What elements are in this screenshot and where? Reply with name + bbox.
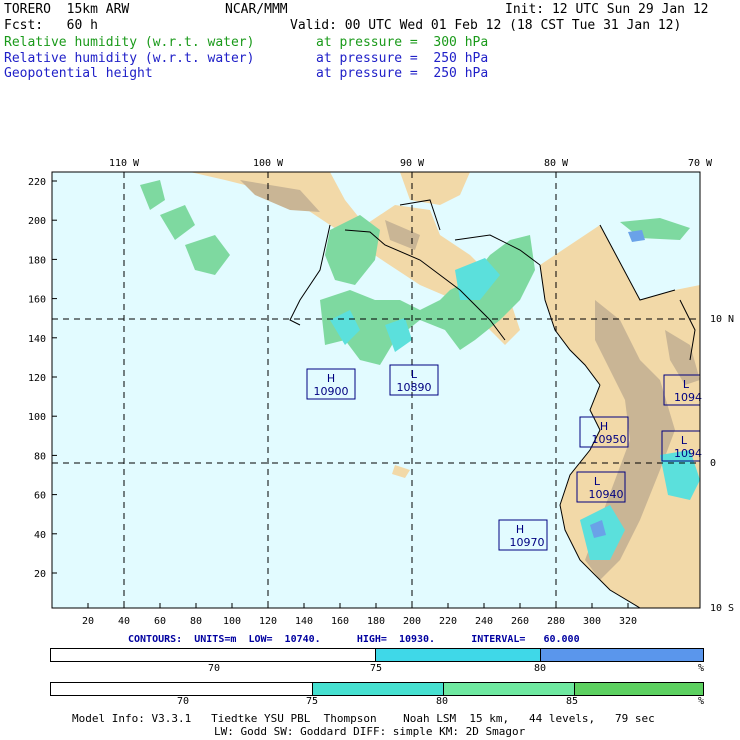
field-1-name: Relative humidity (w.r.t. water) [4, 35, 255, 50]
y-tick-label: 60 [34, 491, 46, 502]
bar1-label: % [698, 663, 705, 674]
init-time: Init: 12 UTC Sun 29 Jan 12 [505, 2, 709, 17]
weather-map: H 10900 L 10890 H 10950 L 10940 H 10970 … [28, 158, 734, 625]
bar1-label: 70 [208, 663, 221, 674]
svg-text:10890: 10890 [397, 381, 432, 394]
bar1-segment [376, 649, 541, 661]
bar1-label: 80 [534, 663, 547, 674]
lon-label: 80 W [544, 158, 569, 169]
y-tick-label: 40 [34, 530, 46, 541]
model-physics: LW: Godd SW: Goddard DIFF: simple KM: 2D… [214, 725, 526, 738]
bar2-segment [575, 683, 703, 695]
svg-text:10900: 10900 [314, 385, 349, 398]
field-1-level: at pressure = 300 hPa [316, 35, 489, 50]
lon-labels: 110 W 100 W 90 W 80 W 70 W [109, 158, 713, 169]
x-tick-label: 140 [295, 616, 313, 625]
lon-label: 110 W [109, 158, 140, 169]
lat-label: 10 N [710, 314, 734, 325]
lon-label: 100 W [253, 158, 284, 169]
svg-text:L: L [594, 475, 601, 488]
svg-text:10970: 10970 [510, 536, 545, 549]
svg-text:10950: 10950 [592, 433, 627, 446]
bar2-segment [444, 683, 575, 695]
x-tick-label: 100 [223, 616, 241, 625]
svg-text:L: L [681, 434, 688, 447]
x-tick-label: 220 [439, 616, 457, 625]
bar2-segment [51, 683, 313, 695]
bar1-segment [51, 649, 376, 661]
lon-label: 90 W [400, 158, 425, 169]
model-info: Model Info: V3.3.1 Tiedtke YSU PBL Thomp… [72, 712, 655, 725]
x-tick-label: 260 [511, 616, 529, 625]
x-tick-label: 60 [154, 616, 166, 625]
bar1-segment [540, 649, 703, 661]
svg-text:H: H [600, 420, 608, 433]
model-title: TORERO 15km ARW [4, 2, 130, 17]
x-tick-label: 240 [475, 616, 493, 625]
svg-text:1094: 1094 [674, 447, 702, 460]
x-tick-label: 160 [331, 616, 349, 625]
lat-label: 0 [710, 458, 716, 469]
y-tick-label: 180 [28, 255, 46, 266]
x-tick-label: 200 [403, 616, 421, 625]
bar2-label: 70 [177, 696, 190, 707]
bar1-label: 75 [370, 663, 383, 674]
rh-300-colorbar [50, 682, 704, 696]
org-label: NCAR/MMM [225, 2, 288, 17]
bar2-label: 80 [436, 696, 449, 707]
x-tick-label: 320 [619, 616, 637, 625]
bar2-label: % [698, 696, 705, 707]
field-3-level: at pressure = 250 hPa [316, 66, 489, 81]
y-tick-label: 140 [28, 334, 46, 345]
y-tick-label: 160 [28, 295, 46, 306]
x-tick-label: 120 [259, 616, 277, 625]
x-tick-label: 20 [82, 616, 94, 625]
svg-text:L: L [411, 368, 418, 381]
svg-text:H: H [327, 372, 335, 385]
lat-labels: 10 N 0 10 S [710, 314, 734, 614]
y-tick-label: 20 [34, 569, 46, 580]
x-tick-label: 300 [583, 616, 601, 625]
x-tick-label: 80 [190, 616, 202, 625]
contours-info: CONTOURS: UNITS=m LOW= 10740. HIGH= 1093… [128, 634, 580, 645]
svg-text:1094: 1094 [674, 391, 702, 404]
valid-time: Valid: 00 UTC Wed 01 Feb 12 (18 CST Tue … [290, 18, 682, 33]
y-tick-label: 200 [28, 216, 46, 227]
lon-label: 70 W [688, 158, 713, 169]
svg-text:10940: 10940 [589, 488, 624, 501]
y-tick-label: 80 [34, 451, 46, 462]
field-2-level: at pressure = 250 hPa [316, 51, 489, 66]
bar2-label: 85 [566, 696, 579, 707]
y-tick-label: 120 [28, 373, 46, 384]
svg-text:H: H [516, 523, 524, 536]
svg-text:L: L [683, 378, 690, 391]
bar2-segment [313, 683, 444, 695]
forecast-hour: Fcst: 60 h [4, 18, 98, 33]
bar2-label: 75 [306, 696, 319, 707]
x-tick-label: 280 [547, 616, 565, 625]
field-3-name: Geopotential height [4, 66, 153, 81]
x-tick-label: 180 [367, 616, 385, 625]
y-tick-label: 220 [28, 177, 46, 188]
x-tick-label: 40 [118, 616, 130, 625]
lat-label: 10 S [710, 603, 734, 614]
field-2-name: Relative humidity (w.r.t. water) [4, 51, 255, 66]
y-tick-label: 100 [28, 412, 46, 423]
rh-250-colorbar [50, 648, 704, 662]
